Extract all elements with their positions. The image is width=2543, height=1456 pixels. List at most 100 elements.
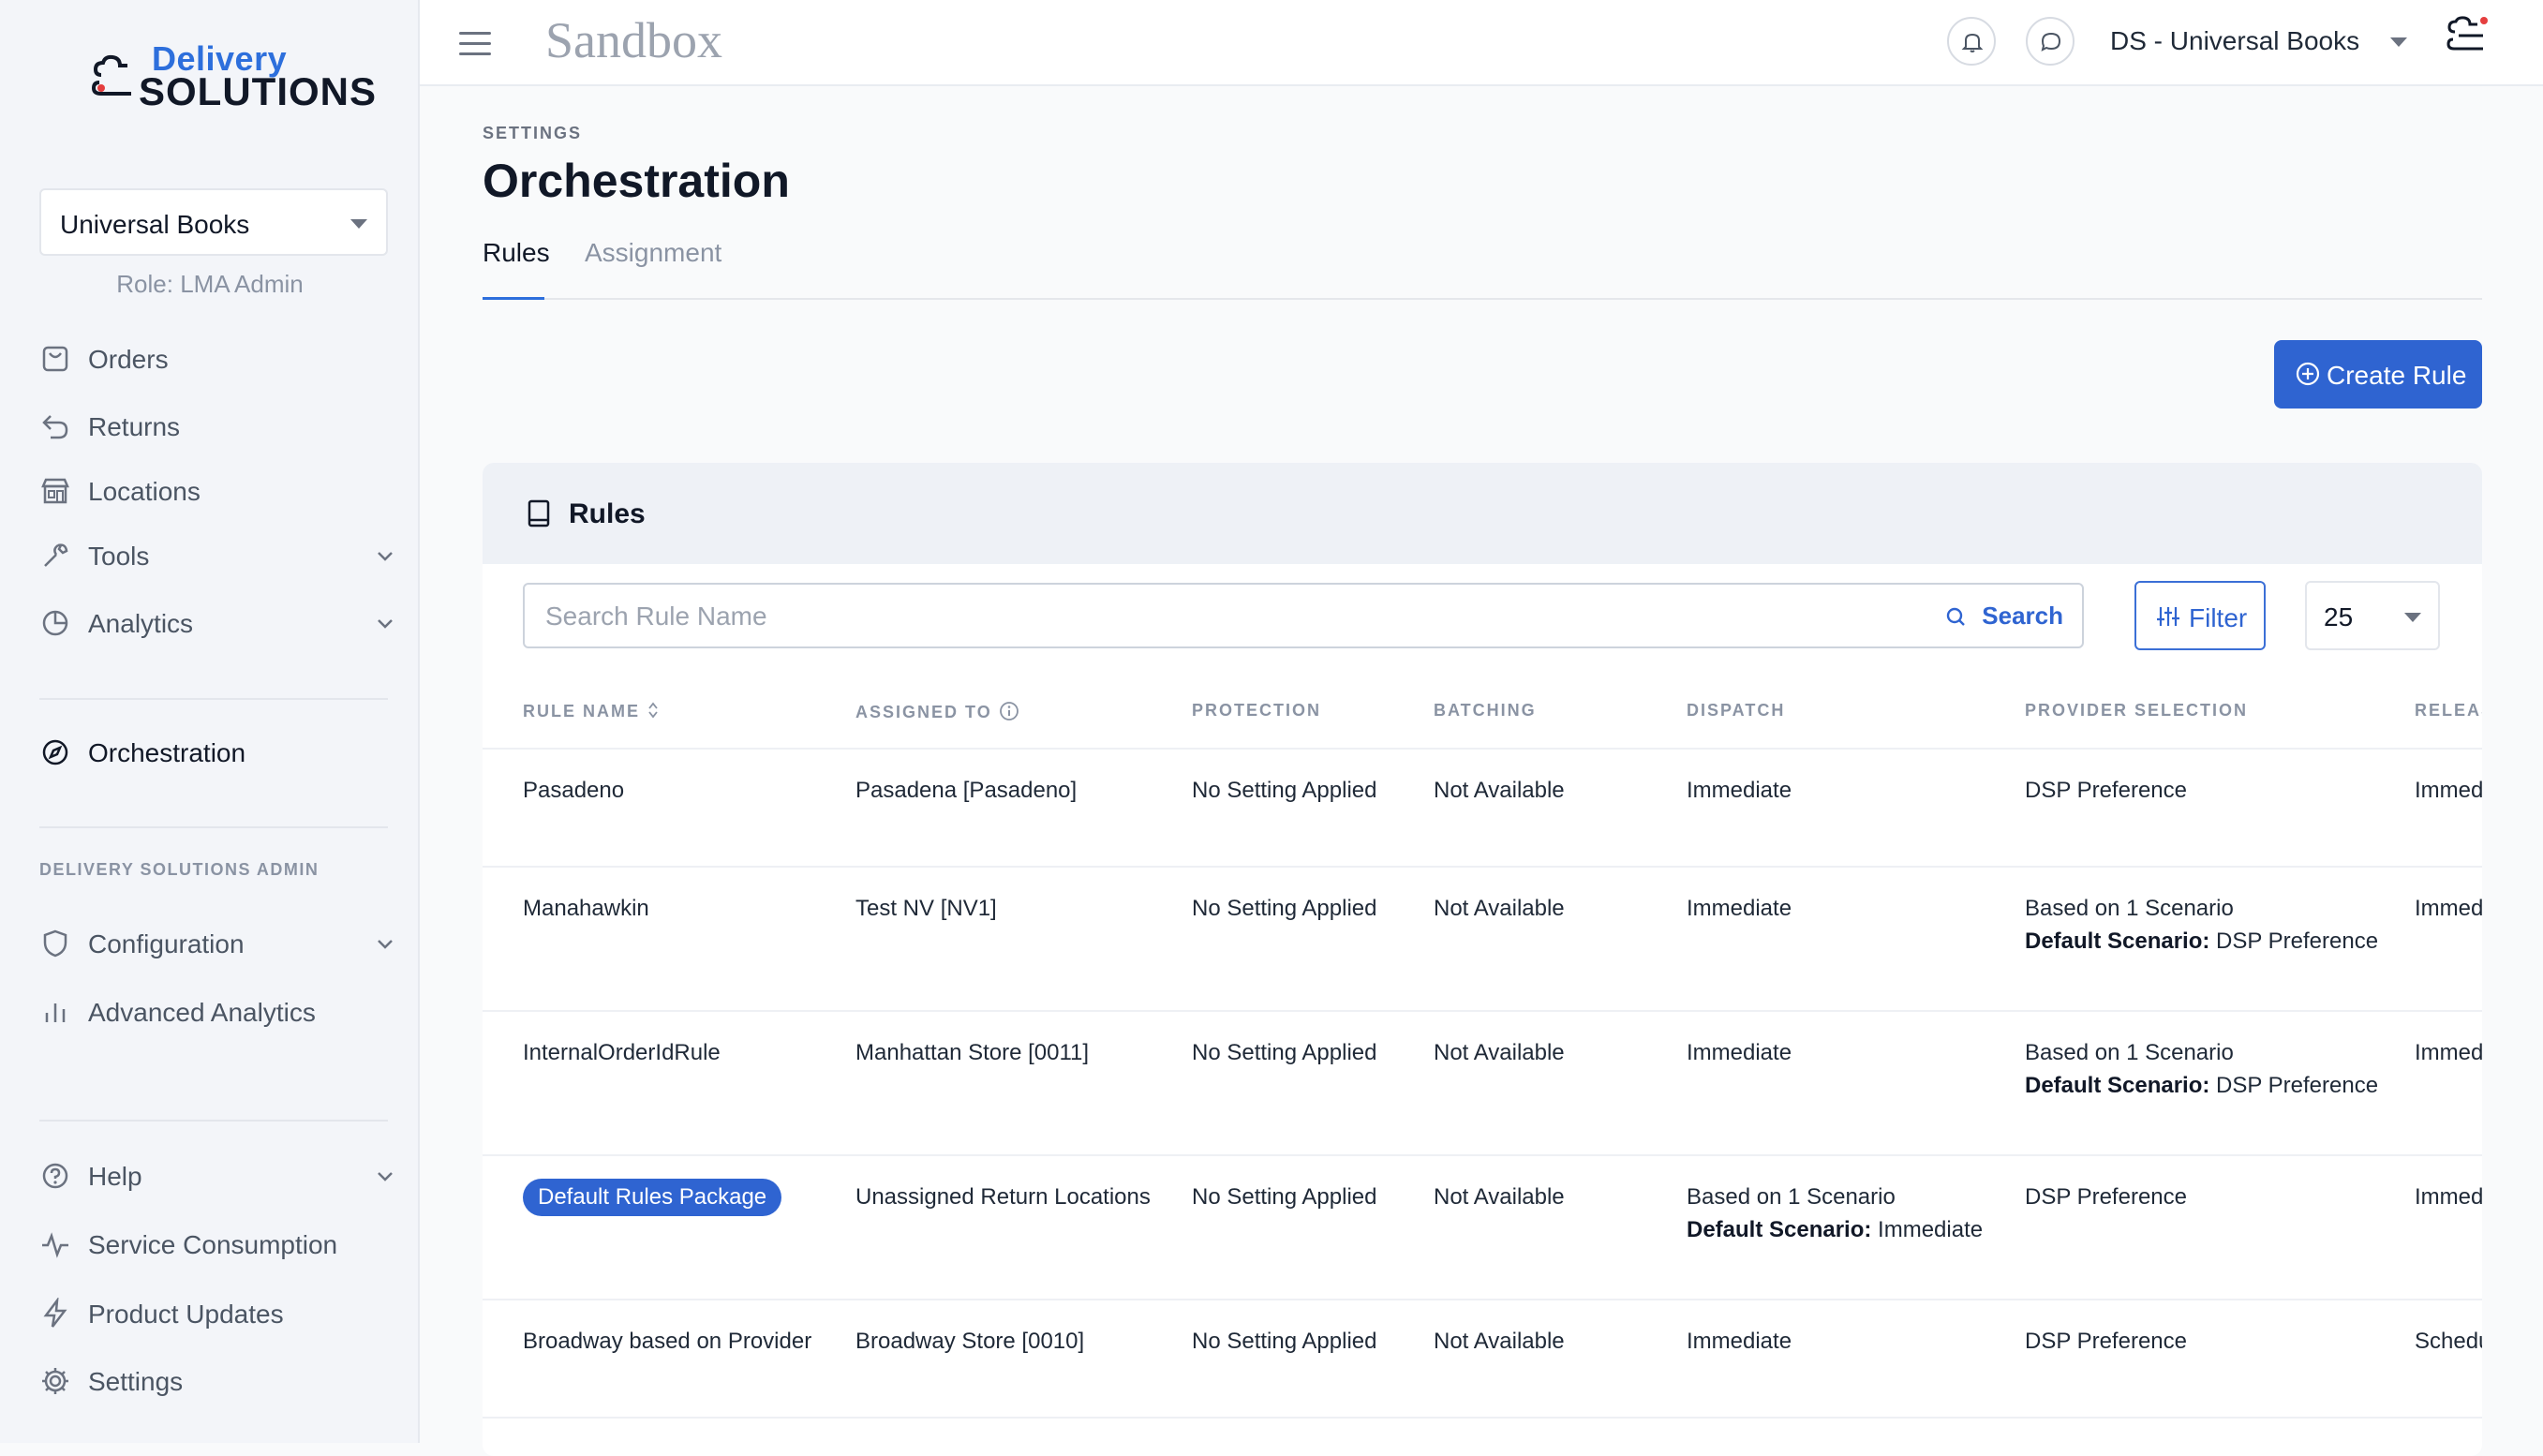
notifications-button[interactable] (1947, 17, 1996, 66)
search-button[interactable]: Search (1944, 602, 2063, 633)
assigned-to: Pasadena [Pasadeno] (855, 778, 1078, 803)
brand-logo[interactable]: Delivery SOLUTIONS (92, 39, 376, 114)
sidebar-item-label: Returns (88, 412, 181, 441)
rule-name[interactable]: Default Rules Package (523, 1179, 782, 1216)
rule-name[interactable]: Pasadeno (523, 778, 624, 804)
account-select[interactable]: Universal Books (39, 188, 388, 256)
page-size-select[interactable]: 25 (2305, 581, 2440, 650)
rule-name[interactable]: Manahawkin (523, 896, 649, 922)
brand-name-bottom: SOLUTIONS (139, 69, 378, 113)
sidebar-item-label: Configuration (88, 929, 245, 958)
provider-selection: Based on 1 Scenario (2025, 896, 2234, 921)
sidebar-item-label: Analytics (88, 609, 194, 638)
book-icon (528, 499, 550, 527)
rule-name[interactable]: InternalOrderIdRule (523, 1040, 721, 1066)
page-title: Orchestration (483, 155, 790, 207)
release: Schedu (2415, 1329, 2482, 1354)
tab-rules[interactable]: Rules (483, 238, 550, 268)
tab-assignment[interactable]: Assignment (585, 238, 721, 268)
column-header-protection: PROTECTION (1192, 701, 1322, 720)
provider-selection: DSP Preference (2025, 778, 2187, 803)
table-row[interactable]: Manahawkin Test NV [NV1] No Setting Appl… (483, 868, 2482, 1012)
chevron-down-icon (378, 552, 393, 561)
assigned-to: Broadway Store [0010] (855, 1329, 1085, 1354)
sidebar-item-label: Locations (88, 477, 201, 506)
sidebar-divider (39, 826, 388, 828)
search-input[interactable] (543, 598, 1859, 635)
search-button-label: Search (1982, 602, 2063, 630)
tabs-divider (483, 298, 2482, 300)
lightning-icon (43, 1298, 67, 1328)
provider-default: Default Scenario: DSP Preference (2025, 929, 2379, 954)
create-rule-button[interactable]: Create Rule (2274, 340, 2482, 409)
sidebar-divider (39, 698, 388, 700)
caret-down-icon (350, 219, 367, 229)
rules-card-title: Rules (569, 498, 646, 529)
chat-button[interactable] (2026, 17, 2075, 66)
release: Immed (2415, 1040, 2482, 1065)
rules-card: Rules Search Filter 25 RULE NAME ASSIGNE… (483, 463, 2482, 1456)
sidebar-item-advanced-analytics[interactable]: Advanced Analytics (39, 988, 401, 1035)
brand-mark-icon[interactable] (2446, 15, 2491, 58)
table-row[interactable]: Broadway based on Provider Broadway Stor… (483, 1300, 2482, 1419)
table-row[interactable]: InternalOrderIdRule Manhattan Store [001… (483, 1012, 2482, 1156)
rule-name[interactable]: Broadway based on Provider (523, 1329, 811, 1355)
release: Immed (2415, 1184, 2482, 1210)
default-rules-badge[interactable]: Default Rules Package (523, 1179, 782, 1216)
bar-chart-icon (45, 1003, 66, 1022)
dispatch: Immediate (1687, 778, 1792, 803)
table-header: RULE NAME ASSIGNED TO PROTECTION BATCHIN… (483, 665, 2482, 750)
sidebar-item-help[interactable]: Help (39, 1152, 401, 1199)
sidebar-item-service-consumption[interactable]: Service Consumption (39, 1221, 401, 1268)
sidebar-item-label: Tools (88, 542, 150, 571)
environment-label: Sandbox (545, 12, 722, 68)
info-icon[interactable] (999, 701, 1019, 721)
sidebar-item-settings[interactable]: Settings (39, 1358, 401, 1404)
sidebar-item-orders[interactable]: Orders (39, 335, 401, 382)
table-row[interactable]: Default Rules Package Unassigned Return … (483, 1156, 2482, 1300)
batching: Not Available (1434, 1184, 1565, 1210)
filter-button[interactable]: Filter (2134, 581, 2266, 650)
sidebar-item-tools[interactable]: Tools (39, 532, 401, 579)
breadcrumb: SETTINGS (483, 124, 583, 142)
batching: Not Available (1434, 1329, 1565, 1354)
dispatch: Based on 1 Scenario (1687, 1184, 1896, 1210)
dispatch: Immediate (1687, 1040, 1792, 1065)
batching: Not Available (1434, 1040, 1565, 1065)
sidebar-item-analytics[interactable]: Analytics (39, 600, 401, 646)
table-row[interactable]: Pasadeno Pasadena [Pasadeno] No Setting … (483, 750, 2482, 868)
sidebar-item-label: Advanced Analytics (88, 998, 316, 1027)
sidebar-item-orchestration[interactable]: Orchestration (39, 729, 401, 776)
provider-selection: Based on 1 Scenario (2025, 1040, 2234, 1065)
protection: No Setting Applied (1192, 1184, 1377, 1210)
menu-toggle-icon[interactable] (459, 32, 491, 56)
org-switcher[interactable]: DS - Universal Books (2110, 26, 2359, 56)
sidebar-item-product-updates[interactable]: Product Updates (39, 1290, 401, 1337)
assigned-to: Test NV [NV1] (855, 896, 997, 921)
sidebar-item-label: Service Consumption (88, 1230, 338, 1259)
help-circle-icon (42, 1163, 68, 1189)
provider-default: Default Scenario: DSP Preference (2025, 1073, 2379, 1098)
provider-selection: DSP Preference (2025, 1184, 2187, 1210)
assigned-to: Unassigned Return Locations (855, 1184, 1151, 1210)
bell-icon (1961, 33, 1984, 52)
sidebar-section-label: DELIVERY SOLUTIONS ADMIN (39, 860, 320, 879)
column-header-rule-name[interactable]: RULE NAME (523, 701, 660, 721)
top-bar: Sandbox DS - Universal Books (420, 0, 2543, 86)
sidebar: Delivery SOLUTIONS Universal Books Role:… (0, 0, 420, 1443)
sidebar-item-locations[interactable]: Locations (39, 468, 401, 514)
protection: No Setting Applied (1192, 778, 1377, 803)
release: Immed (2415, 896, 2482, 921)
sidebar-item-returns[interactable]: Returns (39, 403, 401, 450)
sort-icon[interactable] (647, 701, 660, 720)
column-header-provider-selection: PROVIDER SELECTION (2025, 701, 2249, 720)
sidebar-item-label: Orchestration (88, 738, 246, 767)
caret-down-icon (2404, 613, 2421, 622)
bag-icon (42, 346, 68, 372)
activity-icon (42, 1232, 68, 1258)
sidebar-item-configuration[interactable]: Configuration (39, 920, 401, 967)
plus-circle-icon (2296, 362, 2320, 386)
rules-card-header: Rules (483, 463, 2482, 564)
dispatch: Immediate (1687, 896, 1792, 921)
caret-down-icon[interactable] (2390, 37, 2407, 47)
